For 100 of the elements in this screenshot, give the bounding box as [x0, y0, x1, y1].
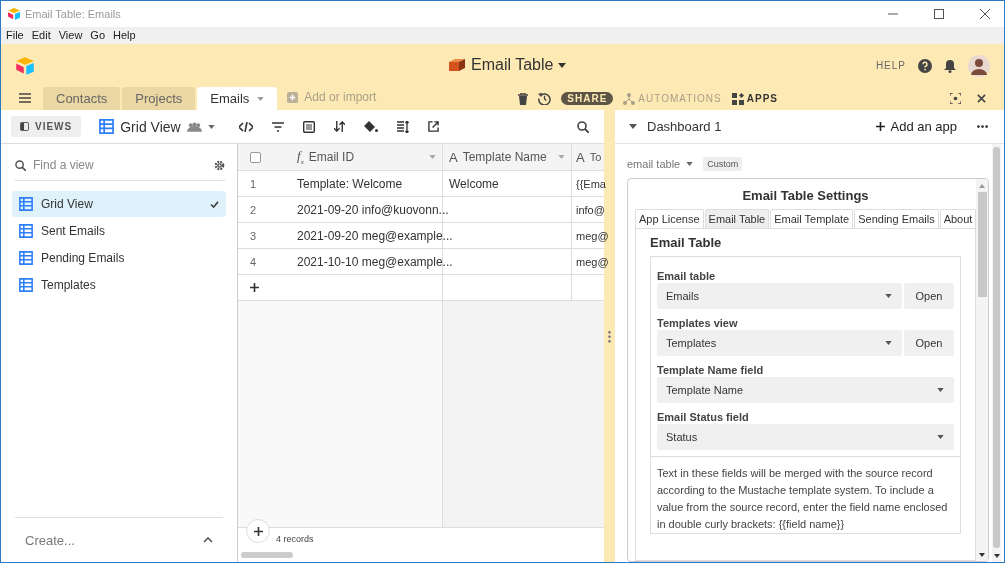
- chevron-up-icon[interactable]: [203, 537, 213, 543]
- record-count: 4 records: [276, 534, 314, 544]
- row-number: 1: [250, 177, 257, 190]
- table-tab[interactable]: Contacts: [43, 87, 121, 110]
- app-logo-icon: [7, 8, 21, 20]
- add-app-button[interactable]: Add an app: [876, 119, 957, 134]
- field-label: Email Status field: [657, 411, 750, 423]
- avatar-icon[interactable]: [968, 54, 990, 77]
- dropdown[interactable]: Emails: [657, 283, 902, 309]
- menu-item[interactable]: View: [58, 29, 83, 41]
- section-title: Email Table: [650, 235, 723, 250]
- settings-tab[interactable]: Email Template: [770, 209, 854, 228]
- menu-item[interactable]: Help: [113, 29, 136, 41]
- settings-tab[interactable]: Email Table: [704, 209, 770, 228]
- caret-icon[interactable]: [207, 124, 215, 129]
- row-number: 2: [250, 203, 257, 216]
- code-icon[interactable]: [238, 121, 253, 132]
- help-link[interactable]: HELP: [875, 60, 906, 71]
- more-icon[interactable]: [977, 125, 988, 128]
- help-icon[interactable]: [918, 58, 932, 73]
- row-height-icon[interactable]: [396, 120, 409, 133]
- table-cell: meg@: [576, 229, 609, 242]
- dropdown[interactable]: Templates: [657, 330, 902, 356]
- close-icon[interactable]: [980, 9, 990, 19]
- menu-icon[interactable]: [19, 93, 31, 103]
- paint-bucket-icon[interactable]: [363, 120, 378, 133]
- caret-icon[interactable]: [558, 62, 567, 68]
- caret-icon[interactable]: [629, 124, 637, 129]
- row-number: 3: [250, 229, 257, 242]
- select-all-checkbox[interactable]: [250, 151, 261, 163]
- view-name[interactable]: Grid View: [120, 118, 181, 135]
- history-icon[interactable]: [538, 92, 552, 105]
- scroll-thumb[interactable]: [993, 147, 1000, 548]
- sidebar-item[interactable]: Sent Emails: [12, 218, 226, 244]
- view-search-field[interactable]: Find a view: [33, 158, 207, 172]
- field-label: Template Name field: [657, 364, 765, 376]
- custom-badge: Custom: [703, 157, 743, 171]
- table-cell: 2021-09-20 meg@example...: [297, 228, 453, 243]
- scroll-down-icon[interactable]: [993, 554, 1000, 558]
- caret-icon: [885, 294, 892, 298]
- column-header[interactable]: A To: [572, 144, 606, 170]
- create-link[interactable]: Create...: [25, 532, 75, 548]
- table-tab[interactable]: Emails: [197, 87, 278, 110]
- caret-icon: [937, 388, 944, 392]
- vertical-scrollbar[interactable]: [992, 144, 1001, 562]
- resize-handle[interactable]: [608, 329, 611, 343]
- apps-link[interactable]: APPS: [746, 93, 778, 104]
- column-header[interactable]: f$_{x}$ Email ID: [291, 144, 443, 170]
- bell-icon[interactable]: [944, 58, 956, 73]
- settings-tab[interactable]: App License: [635, 209, 704, 228]
- people-icon: [186, 121, 202, 132]
- dropdown[interactable]: Status: [657, 424, 954, 450]
- base-title[interactable]: Email Table: [471, 56, 554, 74]
- sidebar-item[interactable]: Templates: [12, 272, 226, 298]
- table-cell: 2021-10-10 meg@example...: [297, 254, 453, 269]
- dropdown[interactable]: Template Name: [657, 377, 954, 403]
- vertical-scrollbar[interactable]: [976, 179, 988, 561]
- open-button[interactable]: Open: [904, 330, 954, 356]
- trash-icon[interactable]: [518, 92, 529, 105]
- views-button[interactable]: VIEWS: [11, 116, 82, 137]
- share-view-icon[interactable]: [427, 121, 439, 132]
- add-button[interactable]: [246, 519, 270, 543]
- app-logo-icon[interactable]: [15, 56, 35, 75]
- scroll-down-icon[interactable]: [979, 553, 985, 557]
- sort-icon[interactable]: [333, 121, 345, 132]
- checkmark-icon: [210, 200, 219, 208]
- dashboard-title[interactable]: Dashboard 1: [647, 119, 867, 134]
- menu-item[interactable]: Go: [90, 29, 106, 41]
- search-icon[interactable]: [577, 120, 589, 133]
- column-header[interactable]: A Template Name: [443, 144, 572, 170]
- menu-item[interactable]: File: [6, 29, 24, 41]
- formula-icon: f$_{x}$: [297, 148, 304, 166]
- share-button[interactable]: SHARE: [561, 92, 614, 105]
- text-field-icon: A: [576, 149, 585, 165]
- fullscreen-icon[interactable]: [950, 93, 961, 104]
- filter-icon[interactable]: [271, 121, 284, 132]
- table-cell: 2021-09-20 info@kuovonn...: [297, 202, 449, 217]
- apps-icon[interactable]: [731, 92, 744, 105]
- help-text: Text in these fields will be merged with the source record according to the Mustache template system. To include a value from the source record, enter the field name enclosed in double curly brackets: {{field name}}: [657, 466, 949, 532]
- horizontal-scrollbar[interactable]: [241, 552, 293, 558]
- plus-icon: [253, 526, 263, 536]
- open-button[interactable]: Open: [904, 283, 954, 309]
- maximize-icon[interactable]: [934, 9, 944, 19]
- row-number: 4: [250, 255, 257, 268]
- menu-item[interactable]: Edit: [31, 29, 51, 41]
- field-label: Email table: [657, 270, 717, 282]
- app-table-label[interactable]: email table: [627, 158, 681, 170]
- settings-icon[interactable]: [214, 159, 225, 171]
- caret-icon[interactable]: [686, 162, 694, 166]
- close-icon[interactable]: [977, 94, 986, 103]
- sidebar-item[interactable]: Grid View: [12, 191, 226, 217]
- table-cell: Template: Welcome: [297, 176, 403, 191]
- sidebar-item[interactable]: Pending Emails: [12, 245, 226, 271]
- scroll-thumb[interactable]: [977, 192, 987, 297]
- grid-icon: [99, 119, 115, 134]
- scroll-up-icon[interactable]: [979, 184, 985, 188]
- add-row-icon[interactable]: [250, 283, 259, 292]
- settings-tab[interactable]: Sending Emails: [854, 209, 939, 228]
- table-tab[interactable]: Projects: [122, 87, 196, 110]
- grid-icon: [19, 251, 33, 265]
